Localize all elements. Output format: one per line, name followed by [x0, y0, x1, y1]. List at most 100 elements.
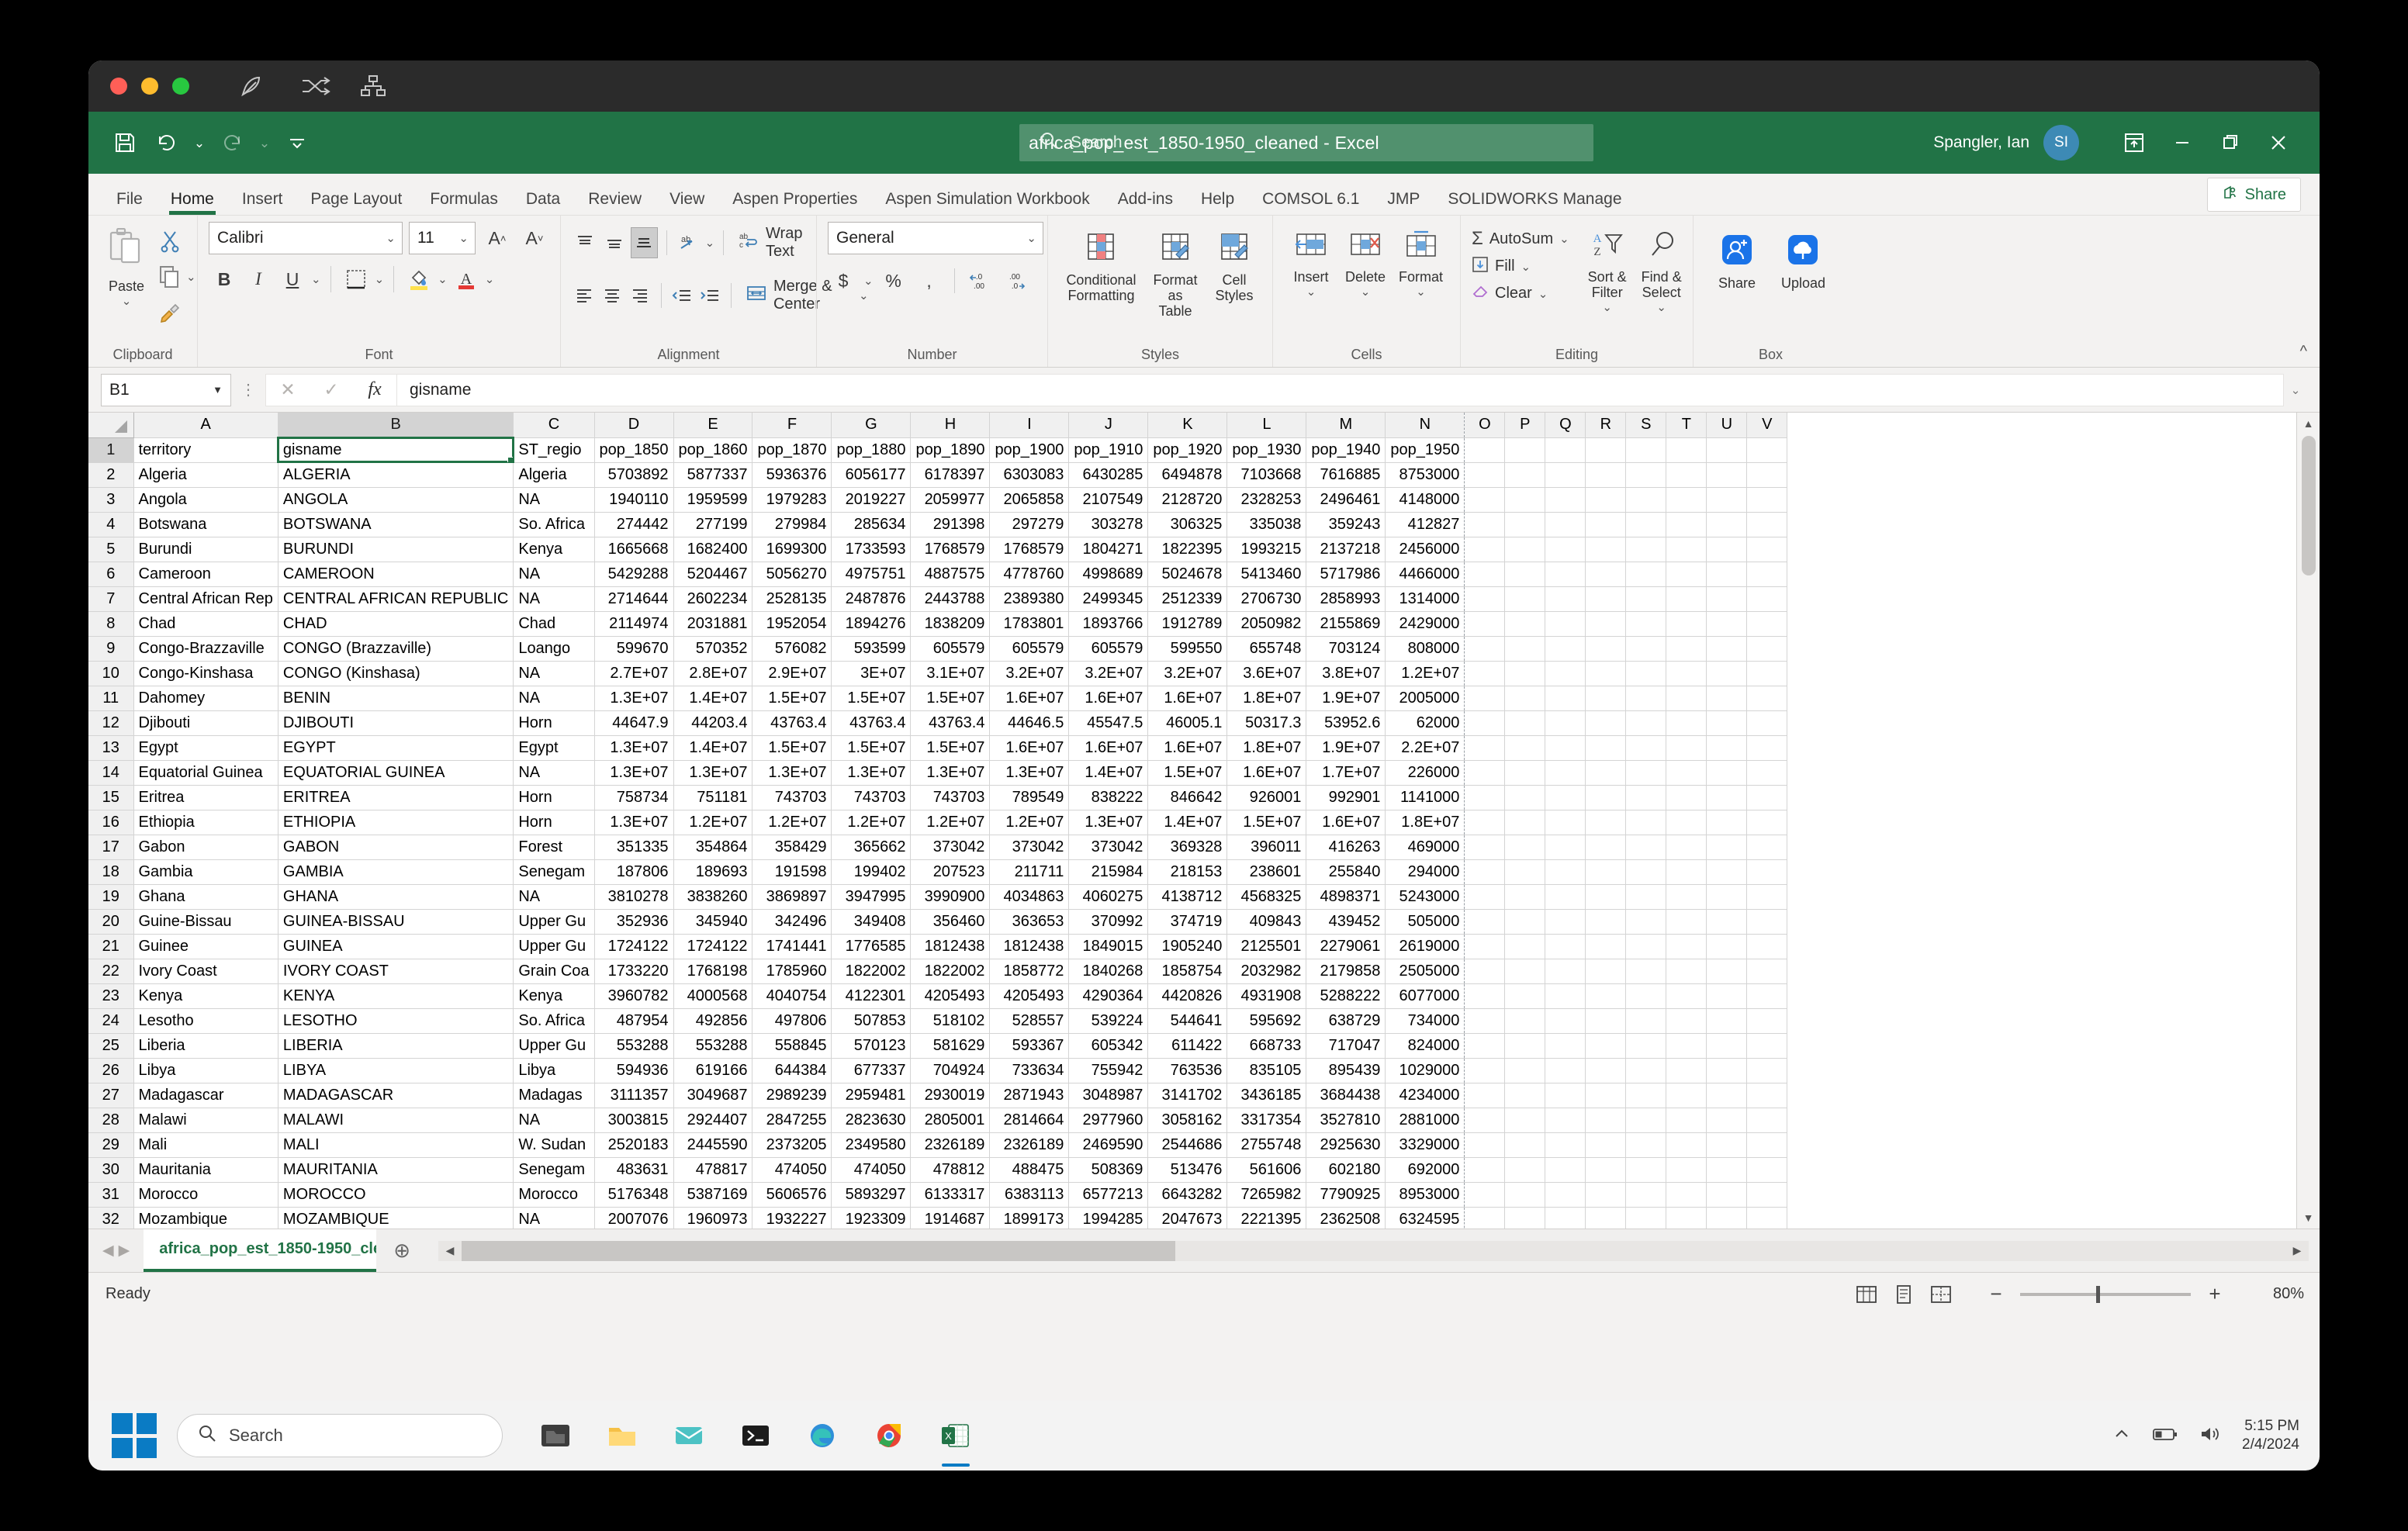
cell-Q28[interactable]: [1545, 1108, 1586, 1132]
number-format-chevron-down-icon[interactable]: ⌄: [1026, 231, 1036, 245]
cell-E26[interactable]: 619166: [673, 1058, 752, 1083]
cell-R5[interactable]: [1586, 537, 1626, 562]
cell-R20[interactable]: [1586, 909, 1626, 934]
cell-T12[interactable]: [1666, 710, 1707, 735]
cell-F8[interactable]: 1952054: [752, 611, 832, 636]
cell-I15[interactable]: 789549: [990, 785, 1069, 810]
cell-M31[interactable]: 7790925: [1306, 1182, 1386, 1207]
cell-E5[interactable]: 1682400: [673, 537, 752, 562]
cell-C19[interactable]: NA: [514, 884, 594, 909]
cell-A28[interactable]: Malawi: [133, 1108, 278, 1132]
cell-F27[interactable]: 2989239: [752, 1083, 832, 1108]
cell-Q17[interactable]: [1545, 835, 1586, 859]
cell-D10[interactable]: 2.7E+07: [594, 661, 673, 686]
cell-R12[interactable]: [1586, 710, 1626, 735]
avatar[interactable]: SI: [2043, 125, 2079, 161]
cell-U9[interactable]: [1707, 636, 1747, 661]
cell-V29[interactable]: [1747, 1132, 1787, 1157]
cell-C4[interactable]: So. Africa: [514, 512, 594, 537]
cell-B9[interactable]: CONGO (Brazzaville): [278, 636, 513, 661]
cell-V25[interactable]: [1747, 1033, 1787, 1058]
cell-J6[interactable]: 4998689: [1069, 562, 1148, 586]
cell-C17[interactable]: Forest: [514, 835, 594, 859]
cell-M12[interactable]: 53952.6: [1306, 710, 1386, 735]
cell-T18[interactable]: [1666, 859, 1707, 884]
borders-icon[interactable]: [341, 264, 372, 295]
cell-N32[interactable]: 6324595: [1386, 1207, 1465, 1229]
cell-K3[interactable]: 2128720: [1148, 487, 1227, 512]
cell-N11[interactable]: 2005000: [1386, 686, 1465, 710]
cell-S25[interactable]: [1626, 1033, 1666, 1058]
cell-N4[interactable]: 412827: [1386, 512, 1465, 537]
cell-R22[interactable]: [1586, 959, 1626, 983]
cell-E32[interactable]: 1960973: [673, 1207, 752, 1229]
cell-N13[interactable]: 2.2E+07: [1386, 735, 1465, 760]
cell-H18[interactable]: 207523: [911, 859, 990, 884]
cell-E19[interactable]: 3838260: [673, 884, 752, 909]
box-upload-button[interactable]: Upload: [1775, 228, 1832, 294]
cell-F7[interactable]: 2528135: [752, 586, 832, 611]
row-header-31[interactable]: 31: [88, 1182, 133, 1207]
cell-P1[interactable]: [1505, 437, 1545, 462]
cell-V27[interactable]: [1747, 1083, 1787, 1108]
cell-J30[interactable]: 508369: [1069, 1157, 1148, 1182]
cell-F12[interactable]: 43763.4: [752, 710, 832, 735]
cell-J31[interactable]: 6577213: [1069, 1182, 1148, 1207]
row-header-13[interactable]: 13: [88, 735, 133, 760]
cell-Q22[interactable]: [1545, 959, 1586, 983]
cell-C16[interactable]: Horn: [514, 810, 594, 835]
cell-B20[interactable]: GUINEA-BISSAU: [278, 909, 513, 934]
cell-Q7[interactable]: [1545, 586, 1586, 611]
cell-O1[interactable]: [1465, 437, 1505, 462]
cell-S3[interactable]: [1626, 487, 1666, 512]
cell-N18[interactable]: 294000: [1386, 859, 1465, 884]
cell-H20[interactable]: 356460: [911, 909, 990, 934]
cell-D19[interactable]: 3810278: [594, 884, 673, 909]
cell-O9[interactable]: [1465, 636, 1505, 661]
cell-T26[interactable]: [1666, 1058, 1707, 1083]
column-header-a[interactable]: A: [133, 413, 278, 437]
cell-U32[interactable]: [1707, 1207, 1747, 1229]
cell-J23[interactable]: 4290364: [1069, 983, 1148, 1008]
cell-Q10[interactable]: [1545, 661, 1586, 686]
cell-P21[interactable]: [1505, 934, 1545, 959]
cell-F21[interactable]: 1741441: [752, 934, 832, 959]
cell-L14[interactable]: 1.6E+07: [1227, 760, 1306, 785]
cell-R29[interactable]: [1586, 1132, 1626, 1157]
cell-L6[interactable]: 5413460: [1227, 562, 1306, 586]
row-header-9[interactable]: 9: [88, 636, 133, 661]
cell-G32[interactable]: 1923309: [832, 1207, 911, 1229]
cell-K16[interactable]: 1.4E+07: [1148, 810, 1227, 835]
cell-V19[interactable]: [1747, 884, 1787, 909]
cell-U24[interactable]: [1707, 1008, 1747, 1033]
cell-C12[interactable]: Horn: [514, 710, 594, 735]
horizontal-scrollbar[interactable]: ◀ ▶: [427, 1229, 2320, 1272]
cell-A31[interactable]: Morocco: [133, 1182, 278, 1207]
cell-M4[interactable]: 359243: [1306, 512, 1386, 537]
cell-A5[interactable]: Burundi: [133, 537, 278, 562]
cell-L7[interactable]: 2706730: [1227, 586, 1306, 611]
column-header-n[interactable]: N: [1386, 413, 1465, 437]
cell-T22[interactable]: [1666, 959, 1707, 983]
cell-Q12[interactable]: [1545, 710, 1586, 735]
cell-F1[interactable]: pop_1870: [752, 437, 832, 462]
cell-M28[interactable]: 3527810: [1306, 1108, 1386, 1132]
column-header-o[interactable]: O: [1465, 413, 1505, 437]
cell-M7[interactable]: 2858993: [1306, 586, 1386, 611]
tab-jmp[interactable]: JMP: [1373, 191, 1434, 215]
row-header-30[interactable]: 30: [88, 1157, 133, 1182]
cell-A26[interactable]: Libya: [133, 1058, 278, 1083]
cell-R7[interactable]: [1586, 586, 1626, 611]
cell-C22[interactable]: Grain Coa: [514, 959, 594, 983]
row-header-23[interactable]: 23: [88, 983, 133, 1008]
row-header-26[interactable]: 26: [88, 1058, 133, 1083]
cell-E27[interactable]: 3049687: [673, 1083, 752, 1108]
cell-D24[interactable]: 487954: [594, 1008, 673, 1033]
cell-D14[interactable]: 1.3E+07: [594, 760, 673, 785]
cell-I4[interactable]: 297279: [990, 512, 1069, 537]
copy-icon[interactable]: [154, 261, 186, 293]
cell-C14[interactable]: NA: [514, 760, 594, 785]
cell-V32[interactable]: [1747, 1207, 1787, 1229]
zoom-out-button[interactable]: −: [1986, 1282, 2006, 1306]
bold-button[interactable]: B: [209, 264, 240, 295]
